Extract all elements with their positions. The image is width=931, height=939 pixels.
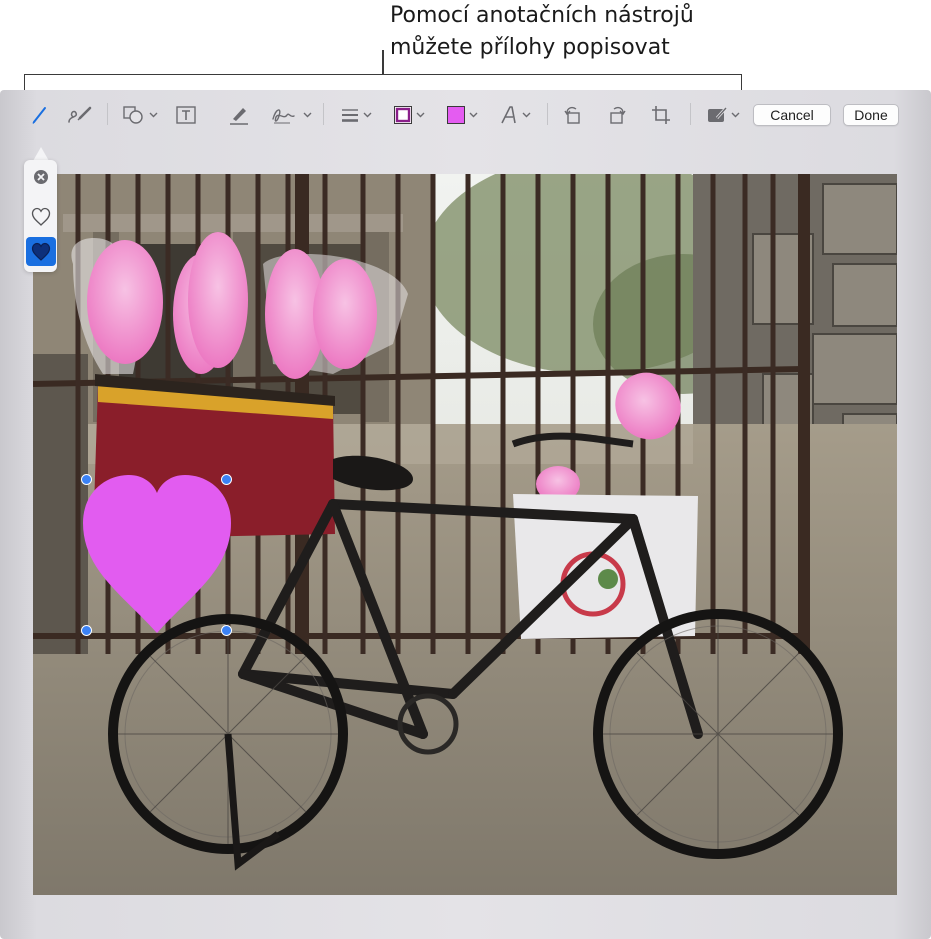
rotate-left-icon[interactable] <box>562 102 584 128</box>
heart-outline-icon[interactable] <box>31 207 51 232</box>
toolbar-separator <box>690 103 691 125</box>
highlight-icon[interactable] <box>228 102 250 128</box>
shape-style-icon[interactable] <box>340 102 372 128</box>
chevron-down-icon <box>149 112 158 118</box>
crop-icon[interactable] <box>650 102 672 128</box>
signature-icon[interactable] <box>270 102 312 128</box>
popover-arrow <box>33 147 49 161</box>
text-style-icon[interactable] <box>499 102 531 128</box>
sketch-icon[interactable] <box>30 102 50 128</box>
clear-icon[interactable] <box>33 169 49 190</box>
rotate-right-icon[interactable] <box>606 102 628 128</box>
heart-filled-icon[interactable] <box>26 237 56 266</box>
draw-icon[interactable] <box>66 102 94 128</box>
chevron-down-icon <box>363 112 372 118</box>
sketch-shape-popover <box>24 160 57 272</box>
done-button[interactable]: Done <box>843 104 899 126</box>
text-icon[interactable] <box>175 102 197 128</box>
cancel-button[interactable]: Cancel <box>753 104 831 126</box>
selection-handle-top-right[interactable] <box>221 474 232 485</box>
markup-options-icon[interactable] <box>706 102 740 128</box>
chevron-down-icon <box>522 112 531 118</box>
toolbar-separator <box>547 103 548 125</box>
callout-text: Pomocí anotačních nástrojů můžete příloh… <box>390 0 694 64</box>
selection-handle-bottom-right[interactable] <box>221 625 232 636</box>
callout-line-1: Pomocí anotačních nástrojů <box>390 3 694 28</box>
selection-handle-top-left[interactable] <box>81 474 92 485</box>
chevron-down-icon <box>731 112 740 118</box>
border-color-icon[interactable] <box>393 102 425 128</box>
heart-shape[interactable] <box>83 475 231 633</box>
shapes-icon[interactable] <box>122 102 158 128</box>
toolbar-separator <box>107 103 108 125</box>
attachment-image[interactable] <box>33 174 897 895</box>
fill-color-icon[interactable] <box>446 102 478 128</box>
callout-stem <box>382 50 384 75</box>
selection-handle-bottom-left[interactable] <box>81 625 92 636</box>
toolbar-separator <box>323 103 324 125</box>
chevron-down-icon <box>416 112 425 118</box>
markup-toolbar: Cancel Done <box>0 90 931 142</box>
callout-line-2: můžete přílohy popisovat <box>390 35 670 60</box>
chevron-down-icon <box>303 112 312 118</box>
chevron-down-icon <box>469 112 478 118</box>
